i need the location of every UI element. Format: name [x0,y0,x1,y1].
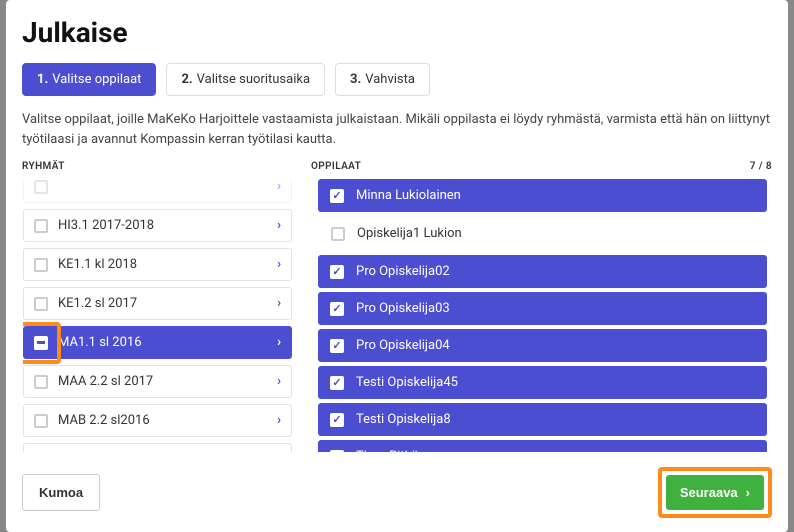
chevron-right-icon: › [277,335,281,350]
groups-scroll[interactable]: FY9.1 sl2015 › HI3.1 2017-2018 › KE1.1 k… [22,178,297,453]
step-2[interactable]: 2. Valitse suoritusaika [166,63,325,96]
student-row[interactable]: Pro Opiskelija02 [318,255,767,288]
student-row[interactable]: Pro Opiskelija03 [318,292,767,325]
students-header: OPPILAAT 7 / 8 [311,161,772,172]
student-row[interactable]: Timo Pitkänen [318,440,767,452]
checkbox-indeterminate-icon[interactable] [34,336,48,350]
checkbox-icon[interactable] [34,219,48,233]
student-row[interactable]: Opiskelija1 Lukion [318,216,767,251]
groups-list[interactable]: FY9.1 sl2015 › HI3.1 2017-2018 › KE1.1 k… [23,179,296,452]
group-label: KE1.1 kl 2018 [58,257,137,272]
groups-header: RYHMÄT [22,161,297,172]
checkbox-icon[interactable] [34,375,48,389]
students-count: 7 / 8 [750,161,772,172]
students-column: OPPILAAT 7 / 8 Minna Lukiolainen Opiskel… [311,161,772,453]
modal-footer: Kumoa Seuraava › [22,453,772,532]
next-button-label: Seuraava [680,485,738,500]
group-row[interactable]: FY9.1 sl2015 › [23,179,292,203]
student-label: Timo Pitkänen [356,449,439,452]
chevron-right-icon: › [277,374,281,389]
columns: RYHMÄT FY9.1 sl2015 › HI3.1 2017-2018 › [22,161,772,453]
step-3-num: 3. [350,72,361,87]
group-row[interactable]: KE1.2 sl 2017 › [23,287,292,320]
checkbox-icon[interactable] [34,414,48,428]
publish-modal: Julkaise 1. Valitse oppilaat 2. Valitse su… [6,0,788,532]
next-button[interactable]: Seuraava › [666,475,764,510]
student-label: Minna Lukiolainen [356,188,461,203]
student-row[interactable]: Testi Opiskelija8 [318,403,767,436]
step-2-label: Valitse suoritusaika [197,72,310,87]
group-label: MA1.1 sl 2016 [58,335,142,350]
checkbox-checked-icon[interactable] [330,376,344,390]
step-1[interactable]: 1. Valitse oppilaat [22,63,156,96]
group-row-selected[interactable]: MA1.1 sl 2016 › [23,326,292,359]
chevron-right-icon: › [277,179,281,194]
student-label: Pro Opiskelija03 [356,301,450,316]
checkbox-checked-icon[interactable] [330,450,344,453]
checkbox-icon[interactable] [34,297,48,311]
wizard-steps: 1. Valitse oppilaat 2. Valitse suoritusaik… [22,63,772,96]
highlight-annotation: Seuraava › [658,467,772,518]
checkbox-checked-icon[interactable] [330,189,344,203]
group-label: KE1.2 sl 2017 [58,296,137,311]
checkbox-icon[interactable] [331,227,345,241]
cancel-button[interactable]: Kumoa [22,474,100,511]
checkbox-checked-icon[interactable] [330,265,344,279]
step-2-num: 2. [181,72,192,87]
chevron-right-icon: › [277,413,281,428]
checkbox-icon[interactable] [34,180,48,194]
group-row[interactable]: MAB2.1 sl 2016 › [23,443,292,452]
step-1-label: Valitse oppilaat [52,72,141,87]
student-row[interactable]: Minna Lukiolainen [318,179,767,212]
step-1-num: 1. [37,72,48,87]
groups-column: RYHMÄT FY9.1 sl2015 › HI3.1 2017-2018 › [22,161,297,453]
student-row[interactable]: Pro Opiskelija04 [318,329,767,362]
student-label: Pro Opiskelija04 [356,338,450,353]
chevron-right-icon: › [746,485,750,500]
chevron-right-icon: › [277,218,281,233]
step-3-label: Vahvista [365,72,415,87]
chevron-right-icon: › [277,296,281,311]
description-text: Valitse oppilaat, joille MaKeKo Harjoitt… [22,110,772,149]
group-row[interactable]: MAB 2.2 sl2016 › [23,404,292,437]
chevron-right-icon: › [277,257,281,272]
group-row[interactable]: KE1.1 kl 2018 › [23,248,292,281]
page-title: Julkaise [22,16,772,49]
student-label: Testi Opiskelija8 [356,412,451,427]
checkbox-checked-icon[interactable] [330,339,344,353]
group-label: HI3.1 2017-2018 [58,218,154,233]
student-label: Pro Opiskelija02 [356,264,450,279]
checkbox-checked-icon[interactable] [330,413,344,427]
student-label: Opiskelija1 Lukion [357,226,462,241]
students-list[interactable]: Minna Lukiolainen Opiskelija1 Lukion Pro… [312,179,771,452]
student-label: Testi Opiskelija45 [356,375,458,390]
group-label: MAA 2.2 sl 2017 [58,374,153,389]
step-3[interactable]: 3. Vahvista [335,63,430,96]
checkbox-icon[interactable] [34,258,48,272]
students-scroll[interactable]: Minna Lukiolainen Opiskelija1 Lukion Pro… [311,178,772,453]
group-label: MAB 2.2 sl2016 [58,413,150,428]
checkbox-checked-icon[interactable] [330,302,344,316]
group-row[interactable]: MAA 2.2 sl 2017 › [23,365,292,398]
student-row[interactable]: Testi Opiskelija45 [318,366,767,399]
group-row[interactable]: HI3.1 2017-2018 › [23,209,292,242]
